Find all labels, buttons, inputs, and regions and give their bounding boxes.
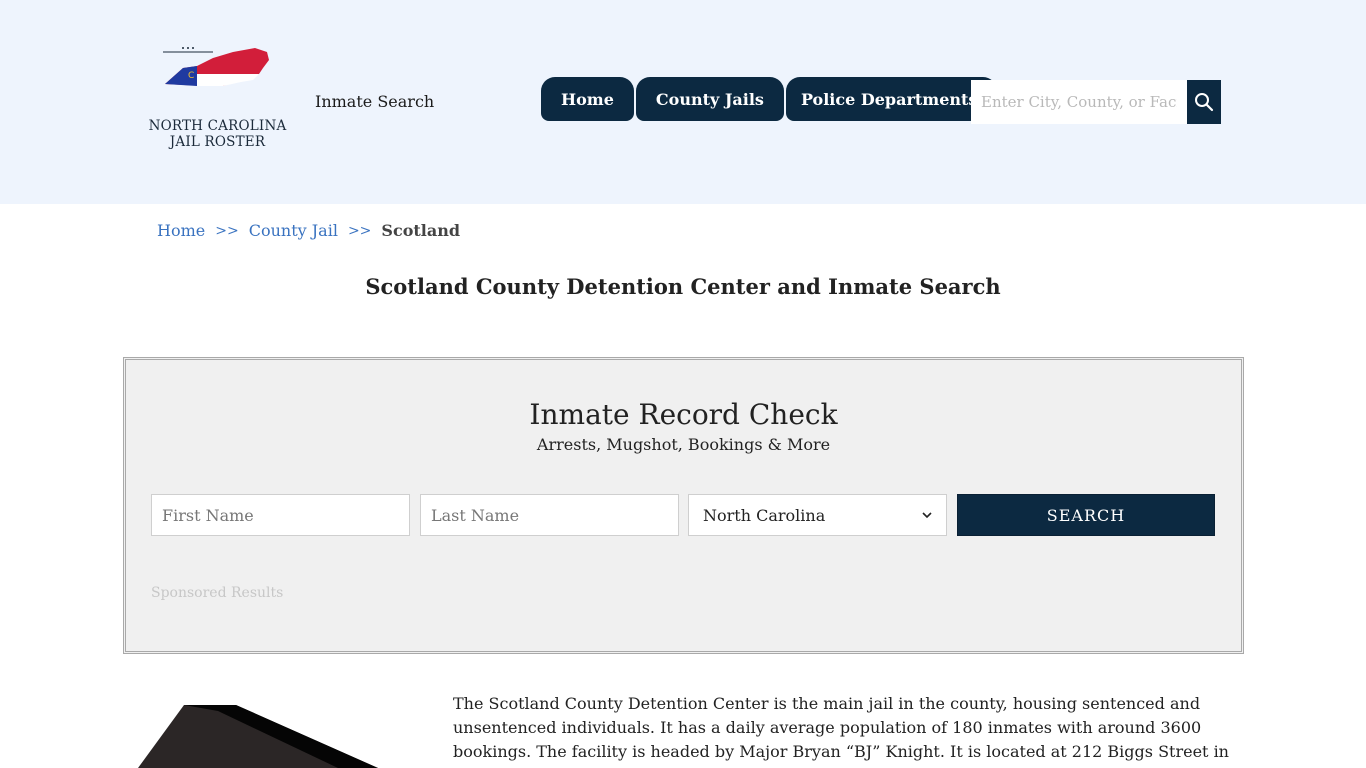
search-icon [1195,93,1214,112]
breadcrumb-home[interactable]: Home [157,221,205,241]
inmate-record-check-panel: Inmate Record Check Arrests, Mugshot, Bo… [123,357,1244,654]
state-select[interactable]: North Carolina [688,494,947,536]
record-check-heading: Inmate Record Check [529,398,838,431]
site-search-button[interactable] [1187,80,1221,124]
main-nav: Home County Jails Police Departments [541,77,998,121]
logo-line1: NORTH CAROLINA [148,118,287,134]
record-check-subheading: Arrests, Mugshot, Bookings & More [536,435,831,454]
nav-county-jails[interactable]: County Jails [635,77,784,121]
sponsored-results-label: Sponsored Results [151,585,284,601]
inmate-search-link[interactable]: Inmate Search [315,92,434,111]
site-header: C NORTH CAROLINA JAIL ROSTER Inmate Sear… [0,0,1366,204]
facility-description: The Scotland County Detention Center is … [453,694,1229,768]
state-select-value: North Carolina [703,505,826,525]
facility-image [138,705,378,768]
logo-divider-icon [163,47,213,53]
record-search-button[interactable]: SEARCH [957,494,1215,536]
chevron-down-icon [922,512,932,519]
breadcrumb: Home >> County Jail >> Scotland [157,221,460,241]
breadcrumb-separator: >> [215,223,239,239]
last-name-input[interactable] [420,494,679,536]
svg-text:C: C [188,71,194,81]
breadcrumb-separator: >> [347,223,372,239]
nav-home[interactable]: Home [541,77,634,121]
nav-police-departments[interactable]: Police Departments [785,77,998,121]
breadcrumb-county-jail[interactable]: County Jail [249,221,338,241]
site-search-input[interactable] [971,80,1187,124]
logo-line2: JAIL ROSTER [169,134,266,150]
site-logo[interactable]: C NORTH CAROLINA JAIL ROSTER [145,42,290,154]
site-search [971,80,1221,124]
first-name-input[interactable] [151,494,410,536]
breadcrumb-current: Scotland [381,221,461,240]
logo-title: NORTH CAROLINA JAIL ROSTER [145,118,290,150]
page-title: Scotland County Detention Center and Inm… [365,274,1001,299]
